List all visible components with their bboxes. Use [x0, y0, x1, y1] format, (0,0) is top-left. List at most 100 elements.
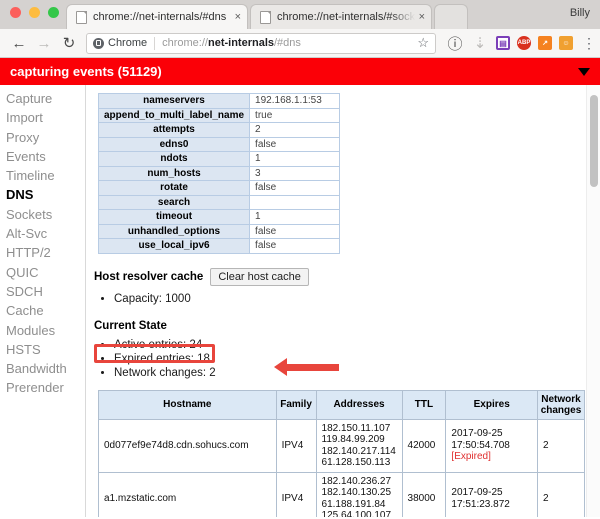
maximize-window-button[interactable] [48, 7, 59, 18]
info-icon[interactable]: ⓘ [444, 32, 466, 54]
cell-hostname: a1.mzstatic.com [98, 471, 277, 517]
vertical-scrollbar[interactable] [586, 85, 600, 517]
setting-value: false [249, 180, 341, 196]
setting-key: append_to_multi_label_name [97, 107, 251, 123]
extension-purple-icon[interactable]: ▤ [496, 36, 510, 50]
minimize-window-button[interactable] [29, 7, 40, 18]
back-icon[interactable]: ← [8, 32, 30, 54]
expires-time: 17:50:54.708 [451, 439, 510, 451]
table-row: 0d077ef9e74d8.cdn.sohucs.com IPV4 182.15… [98, 418, 585, 473]
extension-chart-icon[interactable]: ↗ [538, 36, 552, 50]
close-tab-icon[interactable]: × [235, 11, 241, 23]
sidebar-item-alt-svc[interactable]: Alt-Svc [6, 224, 85, 243]
sidebar-item-events[interactable]: Events [6, 147, 85, 166]
scrollbar-thumb[interactable] [590, 95, 598, 187]
sidebar-item-import[interactable]: Import [6, 108, 85, 127]
table-row: unhandled_options false [97, 223, 341, 239]
sidebar-item-prerender[interactable]: Prerender [6, 378, 85, 397]
column-header-hostname: Hostname [98, 389, 277, 420]
tab-title: chrome://net-internals/#socke [277, 11, 415, 23]
setting-key: num_hosts [97, 165, 251, 181]
sidebar-item-capture[interactable]: Capture [6, 89, 85, 108]
address-line: 61.188.191.84 [321, 498, 386, 510]
host-resolver-heading: Host resolver cache [94, 270, 204, 283]
sidebar-item-proxy[interactable]: Proxy [6, 128, 85, 147]
profile-name-label[interactable]: Billy [570, 7, 590, 19]
address-line: 182.150.11.107 [321, 422, 391, 434]
cell-addresses: 182.140.236.27 182.140.130.25 61.188.191… [315, 471, 403, 517]
column-header-network-changes: Network changes [537, 389, 585, 420]
column-header-family: Family [275, 389, 317, 420]
table-row: nameservers 192.168.1.1:53 [97, 93, 341, 109]
host-resolver-stats-list: Capacity: 1000 [114, 292, 600, 306]
download-icon[interactable]: ⇣ [469, 32, 491, 54]
host-cache-table: Hostname Family Addresses TTL Expires Ne… [98, 389, 585, 517]
arrow-head-icon [274, 358, 287, 376]
setting-value: 2 [249, 122, 341, 138]
net-internals-sidebar: Capture Import Proxy Events Timeline DNS… [0, 85, 86, 517]
table-row: edns0 false [97, 136, 341, 152]
tab-sockets[interactable]: chrome://net-internals/#socke × [250, 4, 432, 29]
reload-icon[interactable]: ↻ [58, 32, 80, 54]
setting-value [249, 194, 341, 210]
setting-value: 192.168.1.1:53 [249, 93, 341, 109]
setting-key: search [97, 194, 251, 210]
sidebar-item-bandwidth[interactable]: Bandwidth [6, 359, 85, 378]
bookmark-star-icon[interactable]: ☆ [417, 35, 429, 51]
setting-value: true [249, 107, 341, 123]
cell-network-changes: 2 [537, 471, 585, 517]
sidebar-item-dns[interactable]: DNS [6, 185, 85, 204]
address-line: 182.140.130.25 [321, 487, 392, 498]
cell-network-changes: 2 [537, 418, 585, 473]
sidebar-item-http2[interactable]: HTTP/2 [6, 243, 85, 262]
table-row: timeout 1 [97, 209, 341, 225]
setting-key: ndots [97, 151, 251, 167]
tab-dns[interactable]: chrome://net-internals/#dns × [66, 4, 248, 29]
sidebar-item-quic[interactable]: QUIC [6, 263, 85, 282]
forward-icon[interactable]: → [33, 32, 55, 54]
extension-adblock-plus-icon[interactable]: ABP [517, 36, 531, 50]
sidebar-item-hsts[interactable]: HSTS [6, 340, 85, 359]
table-row: ndots 1 [97, 151, 341, 167]
sidebar-item-cache[interactable]: Cache [6, 301, 85, 320]
tab-strip: chrome://net-internals/#dns × chrome://n… [0, 0, 600, 29]
expires-date: 2017-09-25 [451, 428, 503, 440]
sidebar-item-modules[interactable]: Modules [6, 321, 85, 340]
clear-host-cache-button[interactable]: Clear host cache [210, 267, 309, 286]
column-header-expires: Expires [445, 389, 538, 420]
chrome-menu-icon[interactable]: ⋮ [582, 36, 596, 49]
table-row: a1.mzstatic.com IPV4 182.140.236.27 182.… [98, 471, 585, 517]
close-tab-icon[interactable]: × [419, 11, 425, 23]
tab-title: chrome://net-internals/#dns [93, 11, 227, 23]
setting-key: unhandled_options [97, 223, 251, 239]
setting-value: 1 [249, 151, 341, 167]
sidebar-item-sockets[interactable]: Sockets [6, 205, 85, 224]
security-label: Chrome [108, 37, 148, 49]
sidebar-item-sdch[interactable]: SDCH [6, 282, 85, 301]
expires-date: 2017-09-25 [451, 487, 503, 498]
new-tab-button[interactable] [434, 4, 468, 29]
address-line: 119.84.99.209 [321, 434, 385, 445]
close-window-button[interactable] [10, 7, 21, 18]
cell-family: IPV4 [275, 471, 317, 517]
extension-face-icon[interactable]: ☺ [559, 36, 573, 50]
cell-ttl: 38000 [401, 471, 447, 517]
caret-down-icon[interactable] [578, 67, 590, 76]
table-row: attempts 2 [97, 122, 341, 138]
table-row: num_hosts 3 [97, 165, 341, 181]
url-scheme: chrome:// [162, 37, 208, 49]
setting-key: nameservers [97, 93, 251, 109]
column-header-ttl: TTL [401, 389, 447, 420]
address-line: 182.140.236.27 [321, 475, 392, 487]
setting-key: rotate [97, 180, 251, 196]
address-bar[interactable]: Chrome chrome://net-internals/#dns ☆ [86, 32, 436, 54]
setting-key: edns0 [97, 136, 251, 152]
setting-key: attempts [97, 122, 251, 138]
dns-settings-table: nameservers 192.168.1.1:53 append_to_mul… [97, 93, 341, 254]
url-text: chrome://net-internals/#dns [162, 37, 301, 49]
capturing-events-banner[interactable]: capturing events (51129) [0, 58, 600, 85]
host-resolver-header-row: Host resolver cache Clear host cache [94, 267, 600, 286]
sidebar-item-timeline[interactable]: Timeline [6, 166, 85, 185]
browser-window: chrome://net-internals/#dns × chrome://n… [0, 0, 600, 519]
address-line: 182.140.217.114 [321, 445, 396, 457]
